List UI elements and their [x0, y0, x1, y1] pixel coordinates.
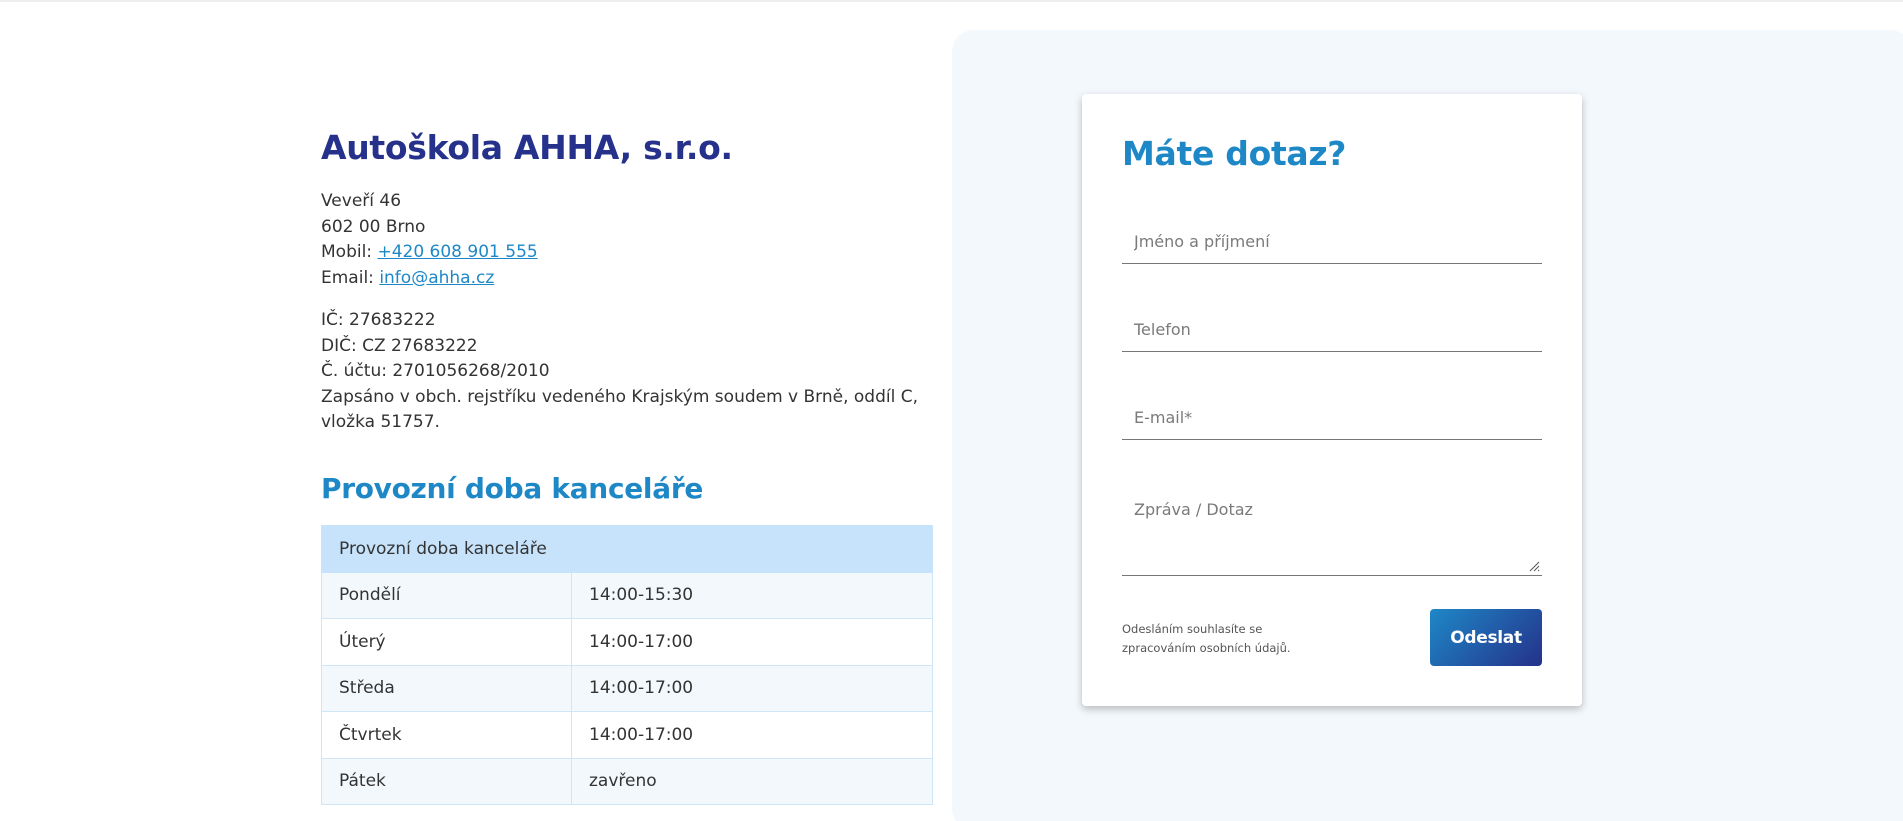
company-dic: DIČ: CZ 27683222: [321, 335, 478, 356]
office-hours-title: Provozní doba kanceláře: [321, 471, 704, 505]
mobile-label: Mobil:: [321, 242, 373, 262]
day-cell: Pátek: [321, 757, 572, 805]
form-title: Máte dotaz?: [1122, 134, 1347, 173]
time-cell: 14:00-17:00: [571, 664, 933, 712]
contact-form-card: Máte dotaz? Odesláním souhlasíte se zpra…: [1082, 94, 1582, 706]
email-link[interactable]: info@ahha.cz: [379, 268, 494, 288]
contact-info-section: Autoškola AHHA, s.r.o. Veveří 46 602 00 …: [321, 128, 933, 805]
company-account: Č. účtu: 2701056268/2010: [321, 361, 550, 381]
company-ic: IČ: 27683222: [321, 310, 436, 330]
day-cell: Úterý: [321, 618, 572, 666]
company-registry: Zapsáno v obch. rejstříku vedeného Krajs…: [321, 386, 919, 433]
time-cell: 14:00-17:00: [571, 711, 933, 759]
time-cell: 14:00-15:30: [571, 571, 933, 619]
table-row: Úterý 14:00-17:00: [321, 618, 933, 666]
office-hours-table-header: Provozní doba kanceláře: [321, 524, 933, 573]
table-row: Pondělí 14:00-15:30: [321, 571, 933, 619]
table-row: Čtvrtek 14:00-17:00: [321, 711, 933, 759]
table-row: Středa 14:00-17:00: [321, 664, 933, 712]
name-input[interactable]: [1122, 220, 1542, 264]
time-cell: 14:00-17:00: [571, 618, 933, 666]
phone-input[interactable]: [1122, 308, 1542, 352]
email-label: Email:: [321, 267, 374, 288]
top-divider: [0, 0, 1903, 2]
address-city: 602 00 Brno: [321, 216, 426, 237]
resize-handle-icon[interactable]: [1528, 560, 1540, 572]
time-cell: zavřeno: [571, 757, 933, 805]
office-hours-table: Provozní doba kanceláře Pondělí 14:00-15…: [321, 524, 933, 806]
day-cell: Středa: [321, 664, 572, 712]
day-cell: Čtvrtek: [321, 711, 572, 759]
submit-button[interactable]: Odeslat: [1430, 609, 1542, 666]
day-cell: Pondělí: [321, 571, 572, 619]
email-input[interactable]: [1122, 396, 1542, 440]
consent-text: Odesláním souhlasíte se zpracováním osob…: [1122, 622, 1291, 655]
mobile-link[interactable]: +420 608 901 555: [377, 242, 537, 262]
table-row: Pátek zavřeno: [321, 757, 933, 805]
address-street: Veveří 46: [321, 191, 402, 211]
company-address: Veveří 46 602 00 Brno Mobil: +420 608 90…: [321, 189, 933, 291]
company-registration: IČ: 27683222 DIČ: CZ 27683222 Č. účtu: 2…: [321, 308, 933, 436]
message-textarea[interactable]: [1122, 476, 1542, 576]
mobile-line: Mobil: +420 608 901 555: [321, 240, 933, 266]
company-title: Autoškola AHHA, s.r.o.: [321, 128, 733, 167]
email-line: Email: info@ahha.cz: [321, 266, 933, 292]
